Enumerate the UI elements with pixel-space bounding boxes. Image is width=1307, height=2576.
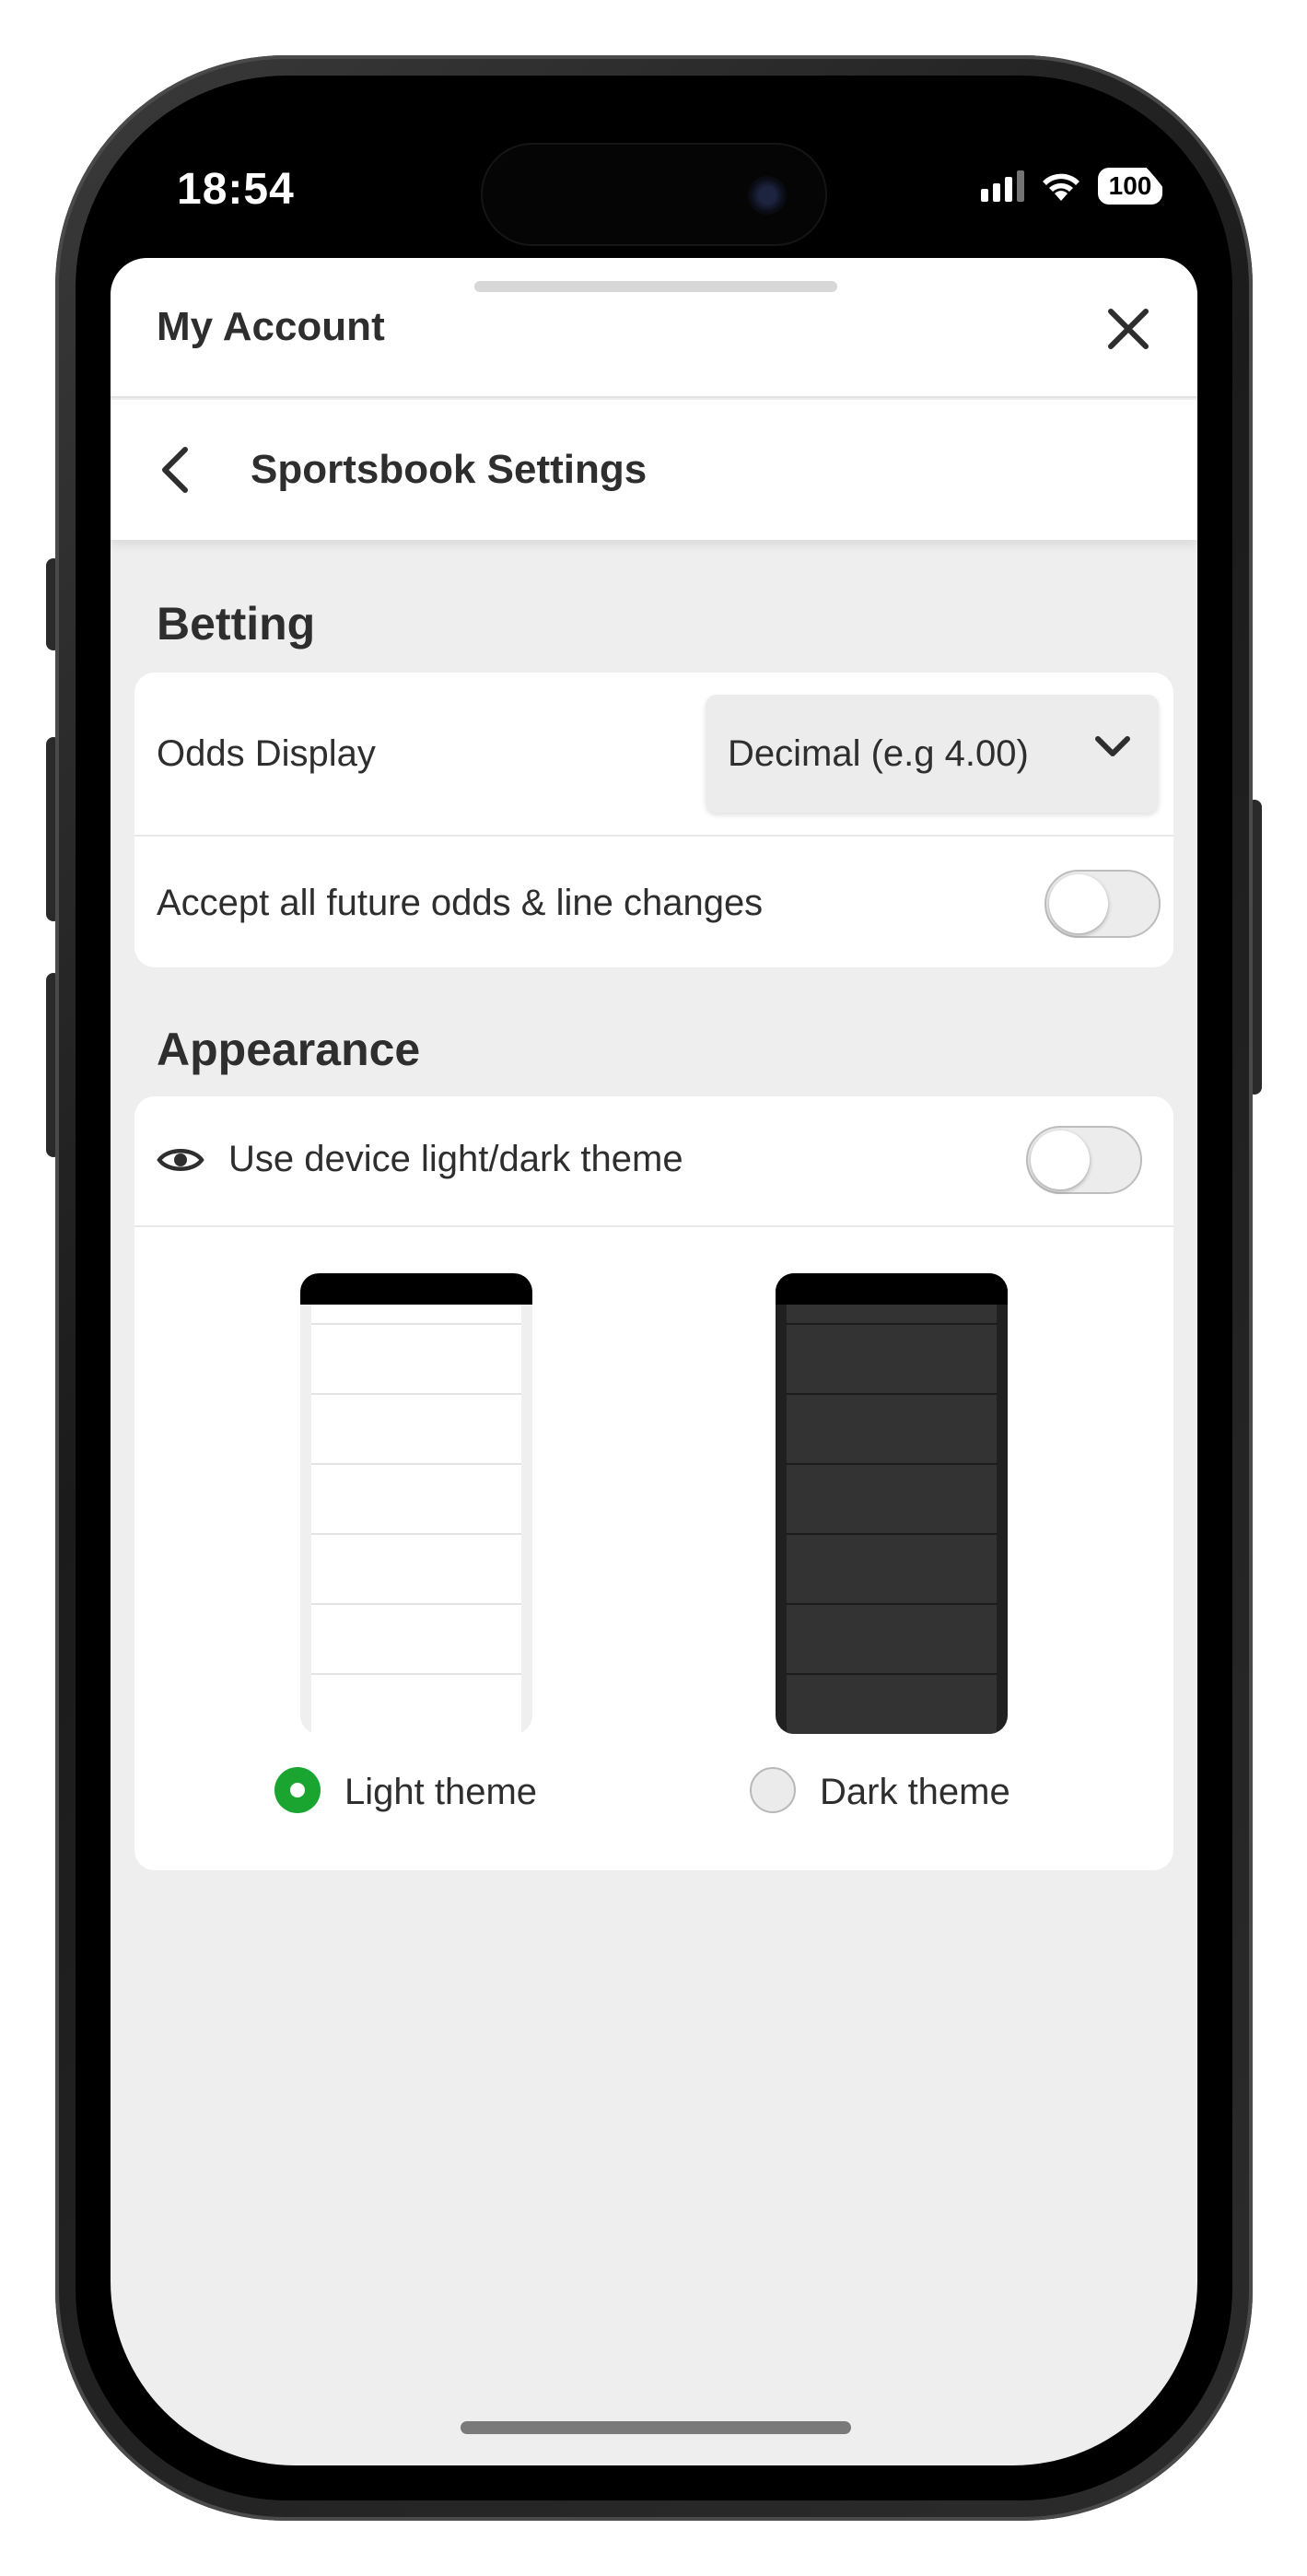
- device-theme-label: Use device light/dark theme: [228, 1139, 683, 1179]
- betting-card: Odds Display Decimal (e.g 4.00) Accept a…: [134, 673, 1173, 967]
- home-indicator[interactable]: [461, 2421, 851, 2434]
- status-time: 18:54: [177, 165, 295, 214]
- dynamic-island: [481, 143, 827, 246]
- chevron-left-icon: [162, 447, 188, 493]
- accept-changes-toggle[interactable]: [1044, 870, 1161, 938]
- accept-changes-label: Accept all future odds & line changes: [157, 883, 764, 923]
- page-title: My Account: [157, 304, 385, 349]
- status-icons: 100: [981, 168, 1162, 205]
- account-header: My Account: [111, 258, 1197, 398]
- odds-display-select[interactable]: Decimal (e.g 4.00): [706, 695, 1159, 813]
- device-theme-toggle[interactable]: [1026, 1126, 1142, 1194]
- dark-theme-label[interactable]: Dark theme: [820, 1772, 1010, 1813]
- camera-icon: [748, 176, 787, 215]
- dark-theme-preview[interactable]: [776, 1273, 1008, 1734]
- battery-indicator: 100: [1098, 168, 1162, 205]
- toggle-knob: [1031, 1130, 1090, 1189]
- appearance-section-title: Appearance: [157, 1024, 421, 1075]
- toggle-knob: [1049, 874, 1108, 933]
- phone-screen: 18:54 100 My Account Sportsbook Settings…: [111, 111, 1197, 2465]
- light-theme-radio[interactable]: [274, 1767, 321, 1813]
- divider: [134, 835, 1173, 837]
- odds-display-label: Odds Display: [157, 733, 376, 774]
- odds-display-value: Decimal (e.g 4.00): [728, 732, 1029, 774]
- appearance-card: Use device light/dark theme Light theme: [134, 1096, 1173, 1870]
- close-button[interactable]: [1096, 297, 1161, 361]
- back-button[interactable]: [147, 442, 203, 498]
- wifi-icon: [1043, 173, 1079, 201]
- light-theme-label[interactable]: Light theme: [344, 1772, 537, 1813]
- settings-title: Sportsbook Settings: [251, 447, 648, 492]
- settings-header: Sportsbook Settings: [111, 400, 1197, 540]
- sheet-grabber[interactable]: [474, 281, 837, 292]
- chevron-down-icon: [1095, 736, 1130, 756]
- eye-icon: [157, 1149, 204, 1171]
- signal-icon: [981, 170, 1024, 202]
- close-icon: [1108, 309, 1149, 349]
- light-theme-preview[interactable]: [300, 1273, 532, 1734]
- dark-theme-radio[interactable]: [750, 1767, 796, 1813]
- betting-section-title: Betting: [157, 598, 316, 650]
- account-sheet: My Account Sportsbook Settings Betting O…: [111, 258, 1197, 2465]
- divider: [134, 1225, 1173, 1227]
